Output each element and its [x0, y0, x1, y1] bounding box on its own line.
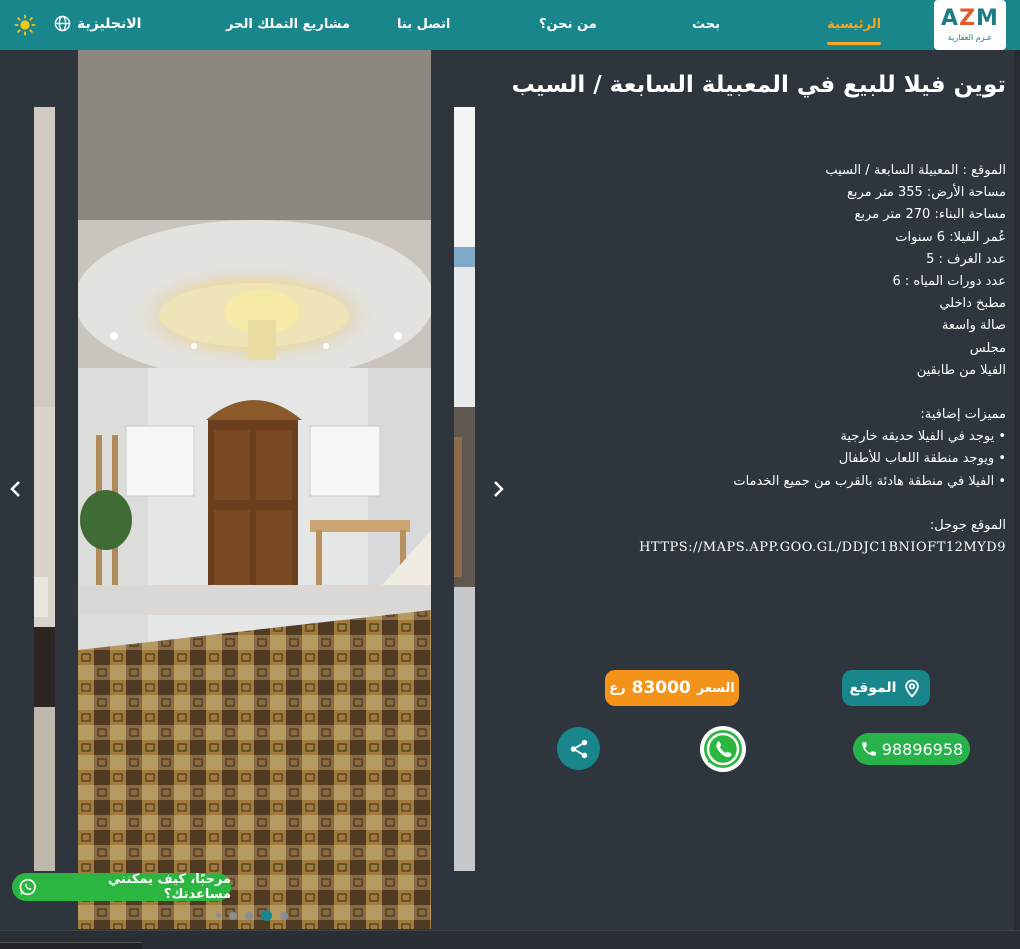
- chevron-right-icon: [494, 481, 504, 497]
- google-maps-link[interactable]: HTTPS://MAPS.APP.GOO.GL/DDJC1BNIOFT12MYD…: [536, 537, 1006, 559]
- detail-line: الفيلا من طابقين: [916, 362, 1006, 378]
- detail-line: الموقع جوجل:: [929, 518, 1006, 533]
- nav-contact[interactable]: اتصل بنا: [397, 16, 450, 34]
- carousel-dot[interactable]: [245, 911, 253, 920]
- nav-home[interactable]: الرئيسية: [827, 16, 882, 45]
- detail-line: صالة واسعة: [941, 318, 1006, 334]
- nav-freehold-projects[interactable]: مشاريع التملك الحر: [226, 16, 350, 34]
- detail-line: مساحة البناء: 270 متر مربع: [854, 207, 1007, 223]
- carousel-dot[interactable]: [216, 913, 221, 918]
- top-navbar: AZM عـزم العقارية الرئيسية بحث من نحن؟ ا…: [0, 0, 1020, 50]
- location-button[interactable]: الموقع: [842, 670, 930, 706]
- detail-spacer: [536, 382, 1006, 404]
- logo[interactable]: AZM عـزم العقارية: [934, 0, 1006, 50]
- share-button[interactable]: [557, 727, 600, 770]
- phone-icon: [862, 742, 876, 756]
- nav-about[interactable]: من نحن؟: [539, 16, 597, 34]
- whatsapp-icon: [19, 878, 36, 896]
- detail-line: الموقع : المعبيلة السابعة / السيب: [825, 163, 1006, 178]
- location-button-label: الموقع: [849, 680, 897, 696]
- price-badge: السعر 83000 رع: [605, 670, 739, 706]
- carousel-next-image[interactable]: [454, 107, 475, 871]
- chat-label: مرحبًا، كيف يمكنني مساعدتك؟: [108, 872, 231, 902]
- carousel-dot-active[interactable]: [261, 910, 272, 921]
- share-icon: [570, 739, 587, 758]
- detail-line: مطبخ داخلي: [939, 296, 1006, 312]
- image-carousel: [0, 50, 520, 930]
- bottom-thumbnail[interactable]: [0, 942, 142, 949]
- listing-title: توين فيلا للبيع في المعبيلة السابعة / ال…: [511, 72, 1006, 98]
- carousel-prev-image[interactable]: [34, 107, 55, 871]
- detail-line: عدد دورات المياه : 6: [892, 273, 1006, 289]
- price-currency: رع: [609, 680, 626, 696]
- globe-icon: [54, 15, 71, 32]
- detail-line: مميزات إضافية:: [920, 407, 1006, 423]
- language-label: الانجليزية: [77, 15, 142, 32]
- detail-line: عُمر الفيلا: 6 سنوات: [895, 229, 1006, 245]
- carousel-dot[interactable]: [229, 911, 237, 920]
- detail-line: • يوجد في الفيلا حديقه خارجية: [840, 429, 1006, 445]
- bottom-bar: [0, 930, 1020, 949]
- sun-icon[interactable]: [14, 14, 36, 36]
- language-switcher[interactable]: الانجليزية: [54, 15, 141, 32]
- carousel-prev-arrow[interactable]: [4, 477, 28, 501]
- carousel-next-arrow[interactable]: [486, 477, 510, 501]
- detail-line: • ويوجد منطقة اللعاب للأطفال: [838, 451, 1006, 467]
- whatsapp-icon: [704, 730, 742, 768]
- chevron-left-icon: [10, 481, 20, 497]
- carousel-dot[interactable]: [280, 911, 288, 920]
- nav-search[interactable]: بحث: [692, 16, 720, 34]
- scrollbar-track[interactable]: [1014, 50, 1020, 930]
- whatsapp-chat-widget[interactable]: مرحبًا، كيف يمكنني مساعدتك؟: [12, 872, 231, 902]
- whatsapp-button[interactable]: [700, 726, 746, 772]
- listing-details: الموقع : المعبيلة السابعة / السيب مساحة …: [536, 160, 1006, 559]
- price-value: 83000: [631, 678, 691, 698]
- detail-line: مجلس: [969, 340, 1006, 356]
- carousel-dots: [216, 910, 288, 921]
- detail-spacer: [536, 493, 1006, 515]
- detail-line: مساحة الأرض: 355 متر مربع: [846, 185, 1006, 201]
- carousel-main-image[interactable]: [78, 50, 431, 929]
- call-button[interactable]: 98896958: [853, 733, 970, 765]
- detail-line: • الفيلا في منطقة هادئة بالقرب من جميع ا…: [733, 473, 1006, 489]
- detail-line: عدد الغرف : 5: [926, 251, 1006, 267]
- price-label: السعر: [696, 680, 735, 696]
- phone-number: 98896958: [881, 739, 964, 759]
- map-pin-icon: [905, 679, 920, 698]
- logo-subtitle: عـزم العقارية: [947, 33, 993, 42]
